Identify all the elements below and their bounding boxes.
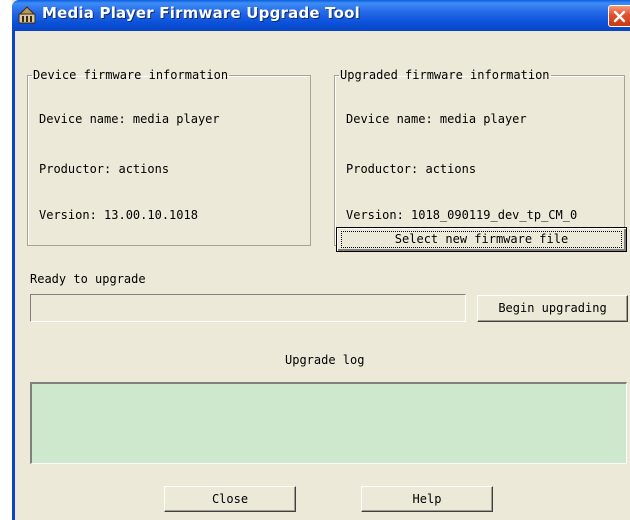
begin-upgrading-button[interactable]: Begin upgrading — [477, 295, 628, 322]
help-button[interactable]: Help — [361, 486, 493, 512]
close-button[interactable]: Close — [164, 486, 296, 512]
close-icon — [613, 10, 626, 23]
upgraded-firmware-group: Upgraded firmware information Device nam… — [334, 68, 625, 246]
select-firmware-file-button[interactable]: Select new firmware file — [336, 227, 627, 252]
window-title: Media Player Firmware Upgrade Tool — [42, 4, 360, 22]
upgrade-tool-window: Media Player Firmware Upgrade Tool Devic… — [12, 0, 630, 520]
close-button-label: Close — [211, 492, 249, 506]
dialog-body: Device firmware information Device name:… — [15, 31, 630, 520]
title-bar[interactable]: Media Player Firmware Upgrade Tool — [12, 0, 630, 31]
status-label: Ready to upgrade — [30, 272, 146, 286]
upgrade-log-label: Upgrade log — [285, 353, 365, 367]
upgraded-version-text: Version: 1018_090119_dev_tp_CM_0 — [346, 208, 578, 222]
upgrade-log-box — [30, 382, 627, 464]
device-productor-text: Productor: actions — [39, 162, 170, 176]
select-firmware-file-label: Select new firmware file — [394, 232, 569, 246]
device-firmware-group: Device firmware information Device name:… — [27, 68, 311, 246]
upgraded-name-text: Device name: media player — [346, 112, 527, 126]
upgraded-productor-text: Productor: actions — [346, 162, 477, 176]
upgraded-firmware-legend: Upgraded firmware information — [340, 68, 550, 82]
app-icon — [18, 6, 36, 24]
upgrade-progress-bar — [30, 294, 466, 322]
help-button-label: Help — [412, 492, 442, 506]
device-firmware-legend: Device firmware information — [33, 68, 229, 82]
close-window-button[interactable] — [608, 5, 630, 27]
device-version-text: Version: 13.00.10.1018 — [39, 208, 198, 222]
begin-upgrading-label: Begin upgrading — [498, 301, 607, 315]
device-name-text: Device name: media player — [39, 112, 220, 126]
